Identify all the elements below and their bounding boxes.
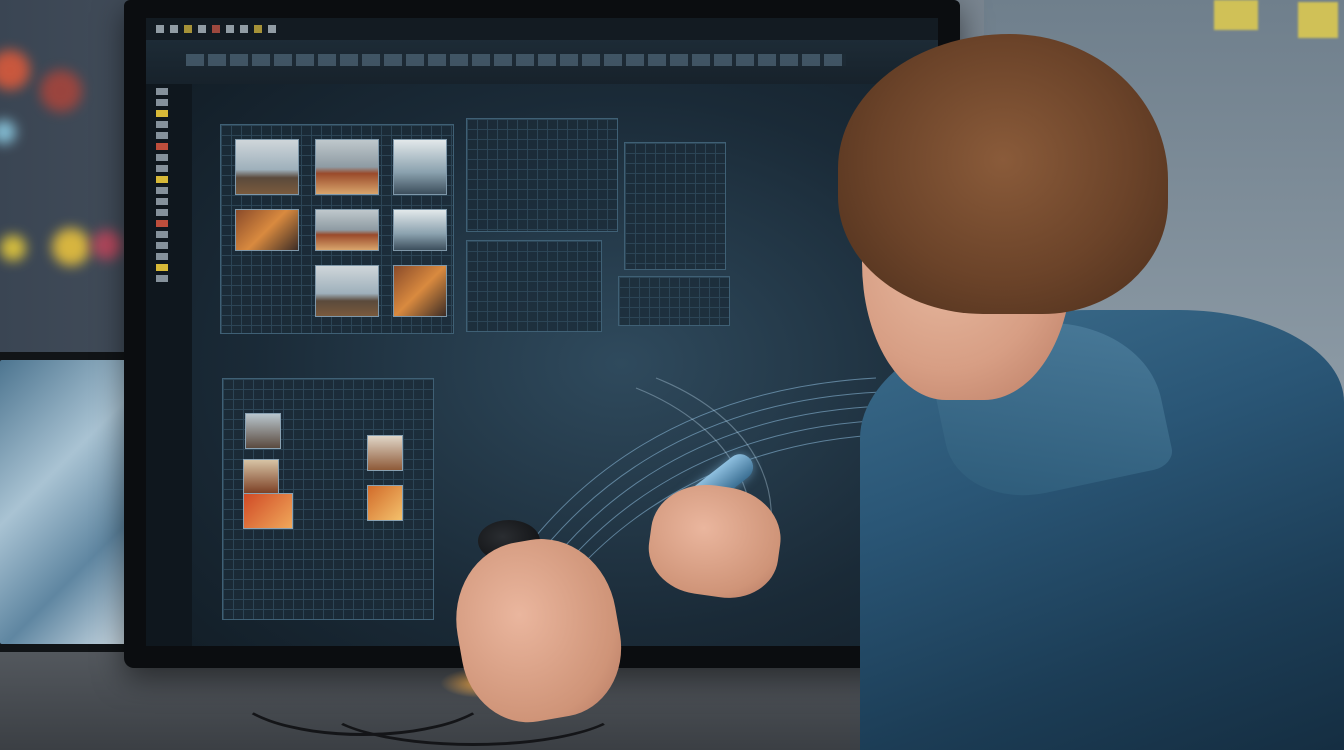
histogram-panel (624, 142, 726, 270)
menu-item[interactable] (240, 25, 248, 33)
toolbar-tabs[interactable] (186, 54, 846, 66)
menu-item[interactable] (254, 25, 262, 33)
bokeh-light (0, 235, 26, 261)
tool-sidebar (146, 84, 192, 646)
menu-item[interactable] (212, 25, 220, 33)
media-bin-panel (222, 378, 434, 620)
clip-thumbnail[interactable] (243, 493, 293, 529)
tool-button[interactable] (156, 99, 168, 106)
tool-button[interactable] (156, 209, 168, 216)
image-thumbnail[interactable] (315, 209, 379, 251)
tool-button[interactable] (156, 110, 168, 117)
tool-button[interactable] (156, 132, 168, 139)
menu-item[interactable] (198, 25, 206, 33)
menu-item[interactable] (268, 25, 276, 33)
scope-panel (618, 276, 730, 326)
bokeh-light (92, 230, 122, 260)
tool-button[interactable] (156, 121, 168, 128)
sticky-note (1214, 0, 1258, 30)
app-menubar (146, 18, 938, 40)
tool-button[interactable] (156, 198, 168, 205)
sticky-note (1298, 2, 1338, 38)
tool-button[interactable] (156, 176, 168, 183)
tool-button[interactable] (156, 187, 168, 194)
menu-item[interactable] (184, 25, 192, 33)
preview-panel (466, 118, 618, 232)
clip-thumbnail[interactable] (367, 435, 403, 471)
tool-button[interactable] (156, 165, 168, 172)
bokeh-light (0, 120, 16, 144)
image-thumbnail[interactable] (393, 139, 447, 195)
tool-button[interactable] (156, 88, 168, 95)
image-thumbnail[interactable] (235, 209, 299, 251)
image-thumbnail[interactable] (393, 209, 447, 251)
waveform-panel (466, 240, 602, 332)
menu-item[interactable] (170, 25, 178, 33)
image-thumbnail[interactable] (315, 265, 379, 317)
image-thumbnail[interactable] (315, 139, 379, 195)
clip-thumbnail[interactable] (243, 459, 279, 495)
office-scene (0, 0, 1344, 750)
image-browser-panel (220, 124, 454, 334)
tool-button[interactable] (156, 154, 168, 161)
app-toolbar (146, 40, 938, 84)
tool-button[interactable] (156, 143, 168, 150)
image-thumbnail[interactable] (235, 139, 299, 195)
tool-button[interactable] (156, 275, 168, 282)
bokeh-light (52, 228, 90, 266)
side-monitor-screen (0, 360, 130, 644)
image-thumbnail[interactable] (393, 265, 447, 317)
tool-button[interactable] (156, 264, 168, 271)
bokeh-light (40, 70, 82, 112)
tool-button[interactable] (156, 231, 168, 238)
clip-thumbnail[interactable] (245, 413, 281, 449)
tool-button[interactable] (156, 242, 168, 249)
tool-button[interactable] (156, 253, 168, 260)
person-hair (838, 34, 1168, 314)
bokeh-light (0, 50, 30, 90)
side-monitor-left (0, 352, 138, 652)
menu-item[interactable] (156, 25, 164, 33)
tool-button[interactable] (156, 220, 168, 227)
menu-item[interactable] (226, 25, 234, 33)
clip-thumbnail[interactable] (367, 485, 403, 521)
